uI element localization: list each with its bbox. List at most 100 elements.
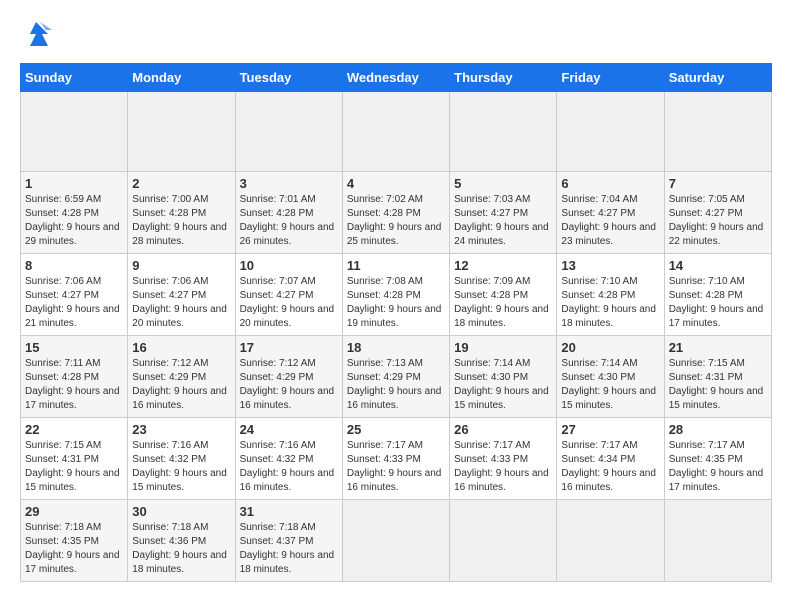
day-number: 2 <box>132 176 230 191</box>
calendar-cell: 1 Sunrise: 6:59 AMSunset: 4:28 PMDaylight… <box>21 172 128 254</box>
day-info: Sunrise: 7:03 AMSunset: 4:27 PMDaylight:… <box>454 193 552 249</box>
calendar-cell: 21 Sunrise: 7:15 AMSunset: 4:31 PMDayligh… <box>664 336 771 418</box>
day-number: 1 <box>25 176 123 191</box>
calendar-cell: 10 Sunrise: 7:07 AMSunset: 4:27 PMDayligh… <box>235 254 342 336</box>
day-info: Sunrise: 7:10 AMSunset: 4:28 PMDaylight:… <box>561 275 659 331</box>
calendar-week-5: 29 Sunrise: 7:18 AMSunset: 4:35 PMDayligh… <box>21 500 772 582</box>
day-info: Sunrise: 6:59 AMSunset: 4:28 PMDaylight:… <box>25 193 123 249</box>
day-info: Sunrise: 7:12 AMSunset: 4:29 PMDaylight:… <box>132 357 230 413</box>
day-number: 16 <box>132 340 230 355</box>
day-info: Sunrise: 7:15 AMSunset: 4:31 PMDaylight:… <box>669 357 767 413</box>
calendar-week-1: 1 Sunrise: 6:59 AMSunset: 4:28 PMDaylight… <box>21 172 772 254</box>
calendar-cell: 3 Sunrise: 7:01 AMSunset: 4:28 PMDaylight… <box>235 172 342 254</box>
calendar-cell <box>557 500 664 582</box>
calendar-cell: 20Sunrise: 7:14 AMSunset: 4:30 PMDayligh… <box>557 336 664 418</box>
day-info: Sunrise: 7:18 AMSunset: 4:35 PMDaylight:… <box>25 521 123 577</box>
calendar-cell: 18 Sunrise: 7:13 AMSunset: 4:29 PMDayligh… <box>342 336 449 418</box>
day-of-week-saturday: Saturday <box>664 64 771 92</box>
day-info: Sunrise: 7:14 AMSunset: 4:30 PMDaylight:… <box>454 357 552 413</box>
calendar-cell: 13Sunrise: 7:10 AMSunset: 4:28 PMDayligh… <box>557 254 664 336</box>
day-number: 19 <box>454 340 552 355</box>
day-info: Sunrise: 7:11 AMSunset: 4:28 PMDaylight:… <box>25 357 123 413</box>
day-info: Sunrise: 7:02 AMSunset: 4:28 PMDaylight:… <box>347 193 445 249</box>
day-info: Sunrise: 7:16 AMSunset: 4:32 PMDaylight:… <box>132 439 230 495</box>
day-number: 17 <box>240 340 338 355</box>
calendar-cell: 24 Sunrise: 7:16 AMSunset: 4:32 PMDayligh… <box>235 418 342 500</box>
day-of-week-wednesday: Wednesday <box>342 64 449 92</box>
calendar-header-row: SundayMondayTuesdayWednesdayThursdayFrid… <box>21 64 772 92</box>
calendar-cell: 4 Sunrise: 7:02 AMSunset: 4:28 PMDaylight… <box>342 172 449 254</box>
calendar-cell: 9Sunrise: 7:06 AMSunset: 4:27 PMDaylight… <box>128 254 235 336</box>
day-info: Sunrise: 7:15 AMSunset: 4:31 PMDaylight:… <box>25 439 123 495</box>
day-info: Sunrise: 7:05 AMSunset: 4:27 PMDaylight:… <box>669 193 767 249</box>
day-number: 24 <box>240 422 338 437</box>
calendar-week-2: 8 Sunrise: 7:06 AMSunset: 4:27 PMDaylight… <box>21 254 772 336</box>
calendar-cell <box>128 92 235 172</box>
day-info: Sunrise: 7:06 AMSunset: 4:27 PMDaylight:… <box>25 275 123 331</box>
day-number: 14 <box>669 258 767 273</box>
day-info: Sunrise: 7:16 AMSunset: 4:32 PMDaylight:… <box>240 439 338 495</box>
day-number: 9 <box>132 258 230 273</box>
day-number: 21 <box>669 340 767 355</box>
day-of-week-monday: Monday <box>128 64 235 92</box>
calendar-cell: 5 Sunrise: 7:03 AMSunset: 4:27 PMDaylight… <box>450 172 557 254</box>
calendar-table: SundayMondayTuesdayWednesdayThursdayFrid… <box>20 63 772 582</box>
calendar-cell: 12 Sunrise: 7:09 AMSunset: 4:28 PMDayligh… <box>450 254 557 336</box>
day-info: Sunrise: 7:17 AMSunset: 4:34 PMDaylight:… <box>561 439 659 495</box>
calendar-cell: 8 Sunrise: 7:06 AMSunset: 4:27 PMDaylight… <box>21 254 128 336</box>
day-of-week-tuesday: Tuesday <box>235 64 342 92</box>
day-number: 25 <box>347 422 445 437</box>
calendar-week-4: 22 Sunrise: 7:15 AMSunset: 4:31 PMDayligh… <box>21 418 772 500</box>
calendar-cell: 11 Sunrise: 7:08 AMSunset: 4:28 PMDayligh… <box>342 254 449 336</box>
day-number: 5 <box>454 176 552 191</box>
day-of-week-sunday: Sunday <box>21 64 128 92</box>
calendar-cell: 15Sunrise: 7:11 AMSunset: 4:28 PMDayligh… <box>21 336 128 418</box>
calendar-cell: 7Sunrise: 7:05 AMSunset: 4:27 PMDaylight… <box>664 172 771 254</box>
day-info: Sunrise: 7:13 AMSunset: 4:29 PMDaylight:… <box>347 357 445 413</box>
calendar-cell: 30Sunrise: 7:18 AMSunset: 4:36 PMDayligh… <box>128 500 235 582</box>
day-info: Sunrise: 7:04 AMSunset: 4:27 PMDaylight:… <box>561 193 659 249</box>
day-number: 11 <box>347 258 445 273</box>
calendar-cell: 28Sunrise: 7:17 AMSunset: 4:35 PMDayligh… <box>664 418 771 500</box>
calendar-cell: 29 Sunrise: 7:18 AMSunset: 4:35 PMDayligh… <box>21 500 128 582</box>
logo-icon <box>20 20 52 53</box>
calendar-cell: 14 Sunrise: 7:10 AMSunset: 4:28 PMDayligh… <box>664 254 771 336</box>
page-header <box>20 20 772 53</box>
day-of-week-friday: Friday <box>557 64 664 92</box>
calendar-cell: 22 Sunrise: 7:15 AMSunset: 4:31 PMDayligh… <box>21 418 128 500</box>
logo <box>20 20 58 53</box>
calendar-cell <box>450 92 557 172</box>
calendar-cell: 2 Sunrise: 7:00 AMSunset: 4:28 PMDaylight… <box>128 172 235 254</box>
calendar-cell <box>450 500 557 582</box>
day-number: 8 <box>25 258 123 273</box>
day-info: Sunrise: 7:17 AMSunset: 4:33 PMDaylight:… <box>454 439 552 495</box>
day-number: 29 <box>25 504 123 519</box>
calendar-cell: 6 Sunrise: 7:04 AMSunset: 4:27 PMDaylight… <box>557 172 664 254</box>
day-info: Sunrise: 7:08 AMSunset: 4:28 PMDaylight:… <box>347 275 445 331</box>
calendar-cell <box>21 92 128 172</box>
day-info: Sunrise: 7:10 AMSunset: 4:28 PMDaylight:… <box>669 275 767 331</box>
day-number: 6 <box>561 176 659 191</box>
day-number: 4 <box>347 176 445 191</box>
day-number: 27 <box>561 422 659 437</box>
day-info: Sunrise: 7:18 AMSunset: 4:37 PMDaylight:… <box>240 521 338 577</box>
calendar-cell: 27 Sunrise: 7:17 AMSunset: 4:34 PMDayligh… <box>557 418 664 500</box>
calendar-cell: 25Sunrise: 7:17 AMSunset: 4:33 PMDayligh… <box>342 418 449 500</box>
day-info: Sunrise: 7:01 AMSunset: 4:28 PMDaylight:… <box>240 193 338 249</box>
day-number: 10 <box>240 258 338 273</box>
day-info: Sunrise: 7:07 AMSunset: 4:27 PMDaylight:… <box>240 275 338 331</box>
day-info: Sunrise: 7:17 AMSunset: 4:35 PMDaylight:… <box>669 439 767 495</box>
day-number: 26 <box>454 422 552 437</box>
day-number: 22 <box>25 422 123 437</box>
day-info: Sunrise: 7:18 AMSunset: 4:36 PMDaylight:… <box>132 521 230 577</box>
calendar-cell <box>342 500 449 582</box>
day-info: Sunrise: 7:09 AMSunset: 4:28 PMDaylight:… <box>454 275 552 331</box>
day-number: 31 <box>240 504 338 519</box>
calendar-cell <box>342 92 449 172</box>
calendar-cell <box>664 500 771 582</box>
day-number: 18 <box>347 340 445 355</box>
day-info: Sunrise: 7:00 AMSunset: 4:28 PMDaylight:… <box>132 193 230 249</box>
day-number: 12 <box>454 258 552 273</box>
day-number: 3 <box>240 176 338 191</box>
day-number: 20 <box>561 340 659 355</box>
